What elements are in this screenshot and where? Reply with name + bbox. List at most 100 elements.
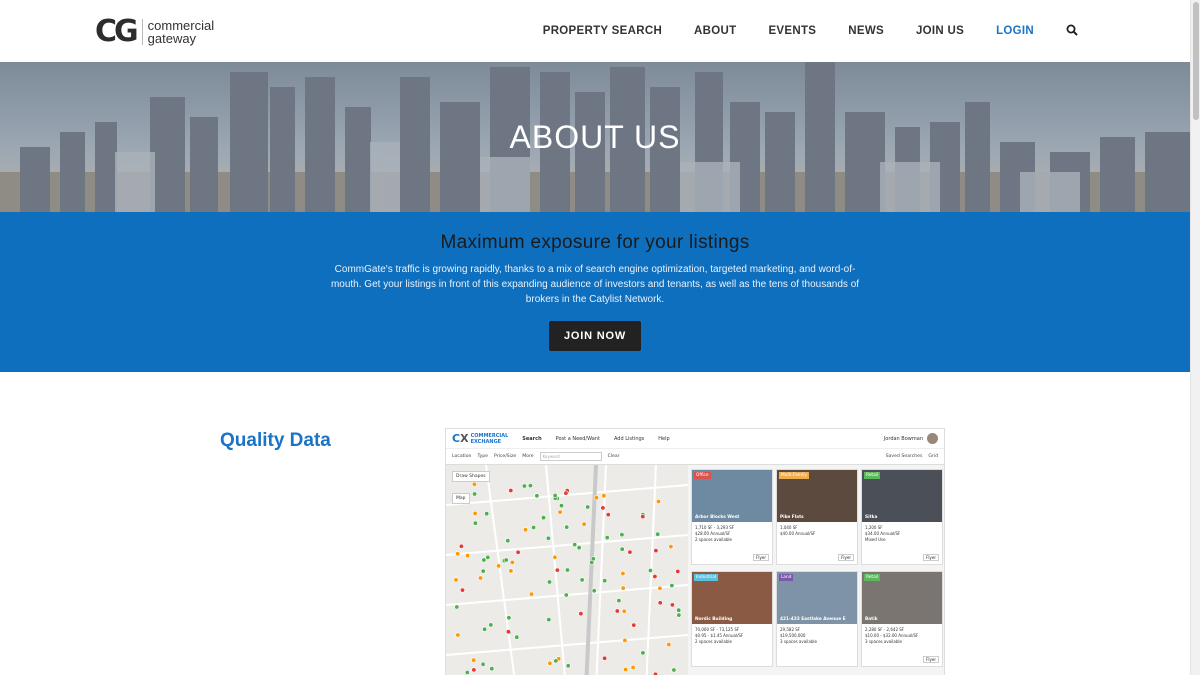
listing-card: Land 421-433 Eastlake Avenue E 29,582 SF $1… [776,571,858,667]
map-pin [676,612,682,618]
map-pin [514,634,520,640]
map-streets-image [446,464,689,675]
map-pin [454,604,460,610]
map-pin [590,556,596,562]
site-header: CG commercial gateway PROPERTY SEARCH AB… [0,0,1190,62]
page-scrollbar[interactable] [1190,0,1200,675]
map-pin [657,600,663,606]
map-pin [477,575,483,581]
nav-login[interactable]: LOGIN [996,25,1034,37]
map-pin [622,637,628,643]
listing-name: Batik [865,617,878,622]
listing-card: Multi-Family Pike Flats 1,040 SF $40.00 Ann… [776,469,858,565]
map-pin [460,587,466,593]
map-pin [602,578,608,584]
flyer-button: Flyer [923,656,939,663]
map-pin [620,585,626,591]
map-pin [480,661,486,667]
listing-card: Industrial Nordic Building 70,000 SF - 73,… [691,571,773,667]
nav-events[interactable]: EVENTS [768,25,816,37]
banner-heading: Maximum exposure for your listings [440,232,750,253]
app-tab-add: Add Listings [613,435,645,442]
map-pin [505,538,511,544]
map-pin [640,650,646,656]
listing-name: Sitka [865,515,878,520]
map-pin [578,611,584,617]
join-now-button[interactable]: JOIN NOW [548,321,641,351]
search-icon[interactable] [1066,24,1080,38]
map-pin [480,568,486,574]
map-pin [656,498,662,504]
map-pin [481,557,487,563]
app-filter-bar: Location Type Price/Size More Keyword Cl… [446,449,944,465]
clear-filters: Clear [607,454,620,459]
site-logo[interactable]: CG commercial gateway [95,12,230,52]
listing-tag: Land [779,574,794,581]
map-pin [488,622,494,628]
app-user-name: Jordan Bowman [883,435,923,442]
map-pin [531,524,537,530]
map-pin [552,492,558,498]
map-pin [605,512,611,518]
map-pin [668,544,674,550]
map-pin [623,667,629,673]
listing-price: $40.00 Annual/SF [780,531,816,536]
map-pin [508,487,514,493]
nav-property-search[interactable]: PROPERTY SEARCH [543,25,662,37]
map-pin [647,568,653,574]
map-pin [489,666,495,672]
map-pin [557,509,563,515]
map-pin [484,511,490,517]
map-pin [675,568,681,574]
map-pin [471,481,477,487]
map-pin [547,579,553,585]
scrollbar-thumb[interactable] [1193,2,1199,120]
map-pin [652,574,658,580]
listing-tag: Office [694,472,711,479]
logo-line2: gateway [147,31,197,46]
map-pin [655,531,661,537]
map-pin [585,504,591,510]
page: CG commercial gateway PROPERTY SEARCH AB… [0,0,1190,675]
map-pin [616,598,622,604]
listing-name: Pike Flats [780,515,804,520]
app-user: Jordan Bowman [884,433,938,444]
app-tab-post: Post a Need/Want [555,435,600,442]
map-pin [553,658,559,664]
listing-card: Retail Sitka 1,200 SF $34.00 Annual/SF Mixed… [861,469,943,565]
map-pin [546,617,552,623]
hero-title: ABOUT US [509,119,681,155]
map-pin [472,510,478,516]
banner-body: CommGate's traffic is growing rapidly, t… [330,264,860,305]
listing-card: Office Arbor Blocks West 1,710 SF - 3,293 … [691,469,773,565]
map-pin [529,591,535,597]
map-pin [581,521,587,527]
map-pin [472,491,478,497]
map-pin [671,667,677,673]
map-pin [563,490,569,496]
map-pin [515,549,521,555]
map-pin [547,660,553,666]
listing-note: 2 spaces available [695,639,732,644]
logo-text: commercial gateway [141,19,214,46]
map-pin [657,585,663,591]
hero-banner: ABOUT US [0,62,1190,212]
map-pin [614,608,620,614]
app-tab-search: Search [522,435,542,442]
map-pin [630,665,636,671]
map-pin [485,554,491,560]
map-pin [505,629,511,635]
map-pin [572,542,578,548]
nav-join-us[interactable]: JOIN US [916,25,964,37]
map-pin [506,615,512,621]
grid-toggle: Grid [928,454,938,459]
listing-name: 421-433 Eastlake Avenue E [780,617,846,622]
flyer-button: Flyer [838,554,854,561]
nav-about[interactable]: ABOUT [694,25,736,37]
map-pin [453,577,459,583]
map-pin [541,515,547,521]
nav-news[interactable]: NEWS [848,25,884,37]
map-pin [576,545,582,551]
map-pin [593,495,599,501]
listing-tag: Retail [864,472,881,479]
